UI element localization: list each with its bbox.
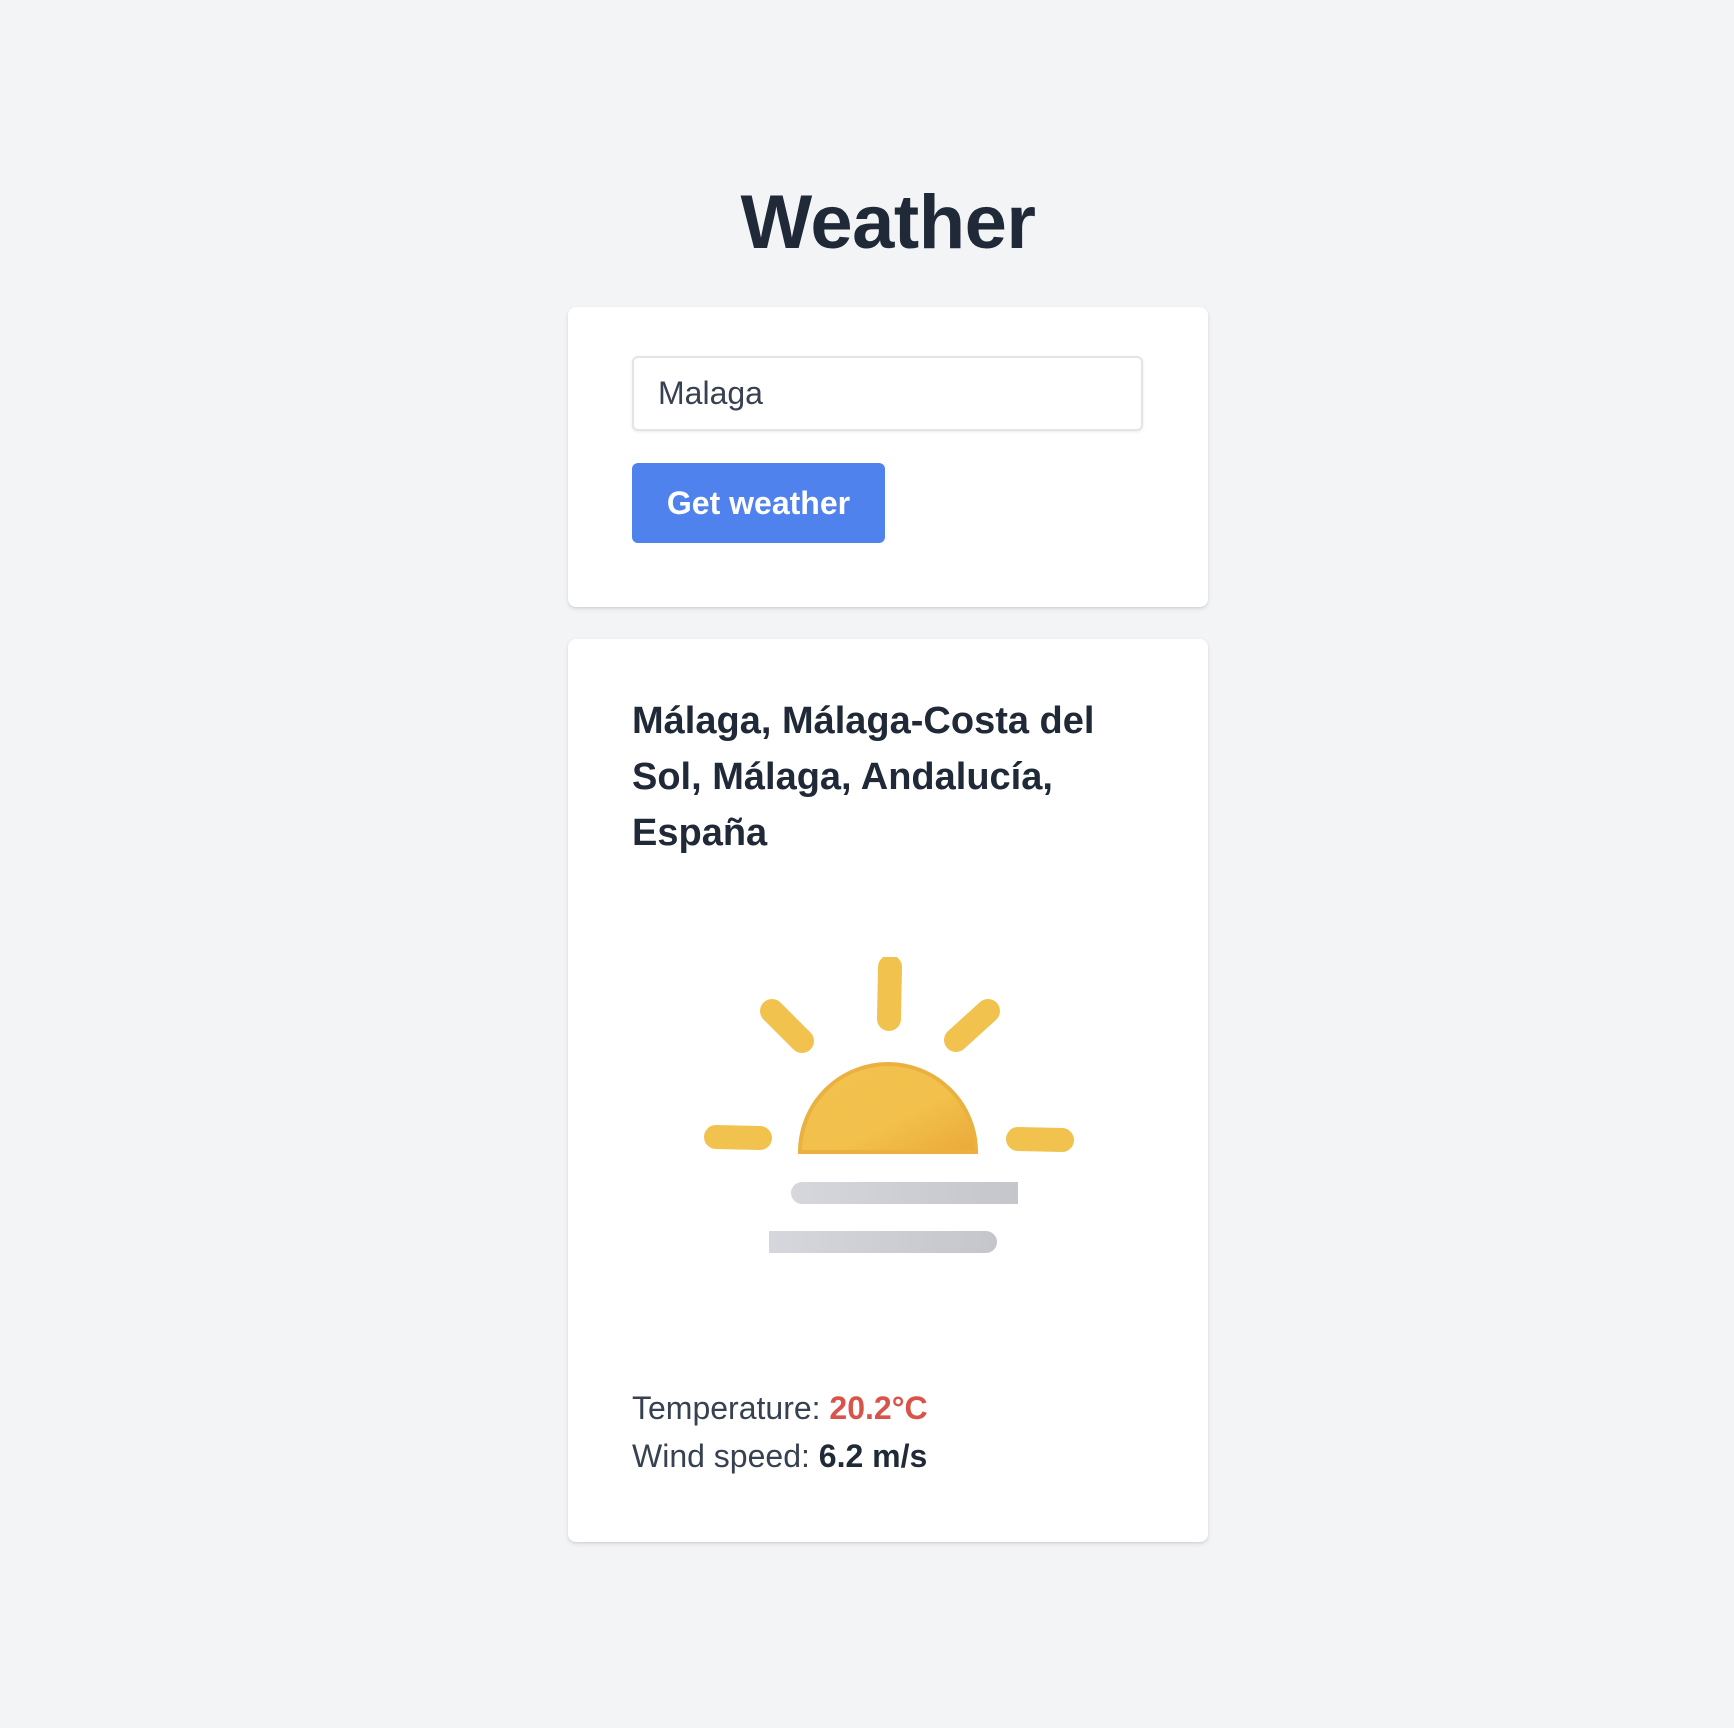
temperature-label: Temperature:	[632, 1390, 821, 1426]
wind-speed-label: Wind speed:	[632, 1438, 810, 1474]
temperature-value: 20.2°C	[829, 1390, 928, 1426]
city-search-input[interactable]	[632, 356, 1143, 431]
search-card: Get weather	[568, 307, 1208, 607]
wind-speed-value: 6.2 m/s	[818, 1438, 928, 1474]
temperature-row: Temperature: 20.2°C	[632, 1384, 928, 1432]
location-name: Málaga, Málaga-Costa del Sol, Málaga, An…	[632, 700, 1095, 854]
get-weather-button[interactable]: Get weather	[632, 463, 885, 543]
fog-lines	[769, 1182, 1018, 1253]
wind-speed-row: Wind speed: 6.2 m/s	[632, 1432, 928, 1480]
page-title: Weather	[740, 180, 1036, 265]
sunrise-fog-icon	[704, 957, 1074, 1253]
weather-stats: Temperature: 20.2°C Wind speed: 6.2 m/s	[632, 1384, 928, 1480]
weather-result-card: Málaga, Málaga-Costa del Sol, Málaga, An…	[568, 639, 1208, 1542]
